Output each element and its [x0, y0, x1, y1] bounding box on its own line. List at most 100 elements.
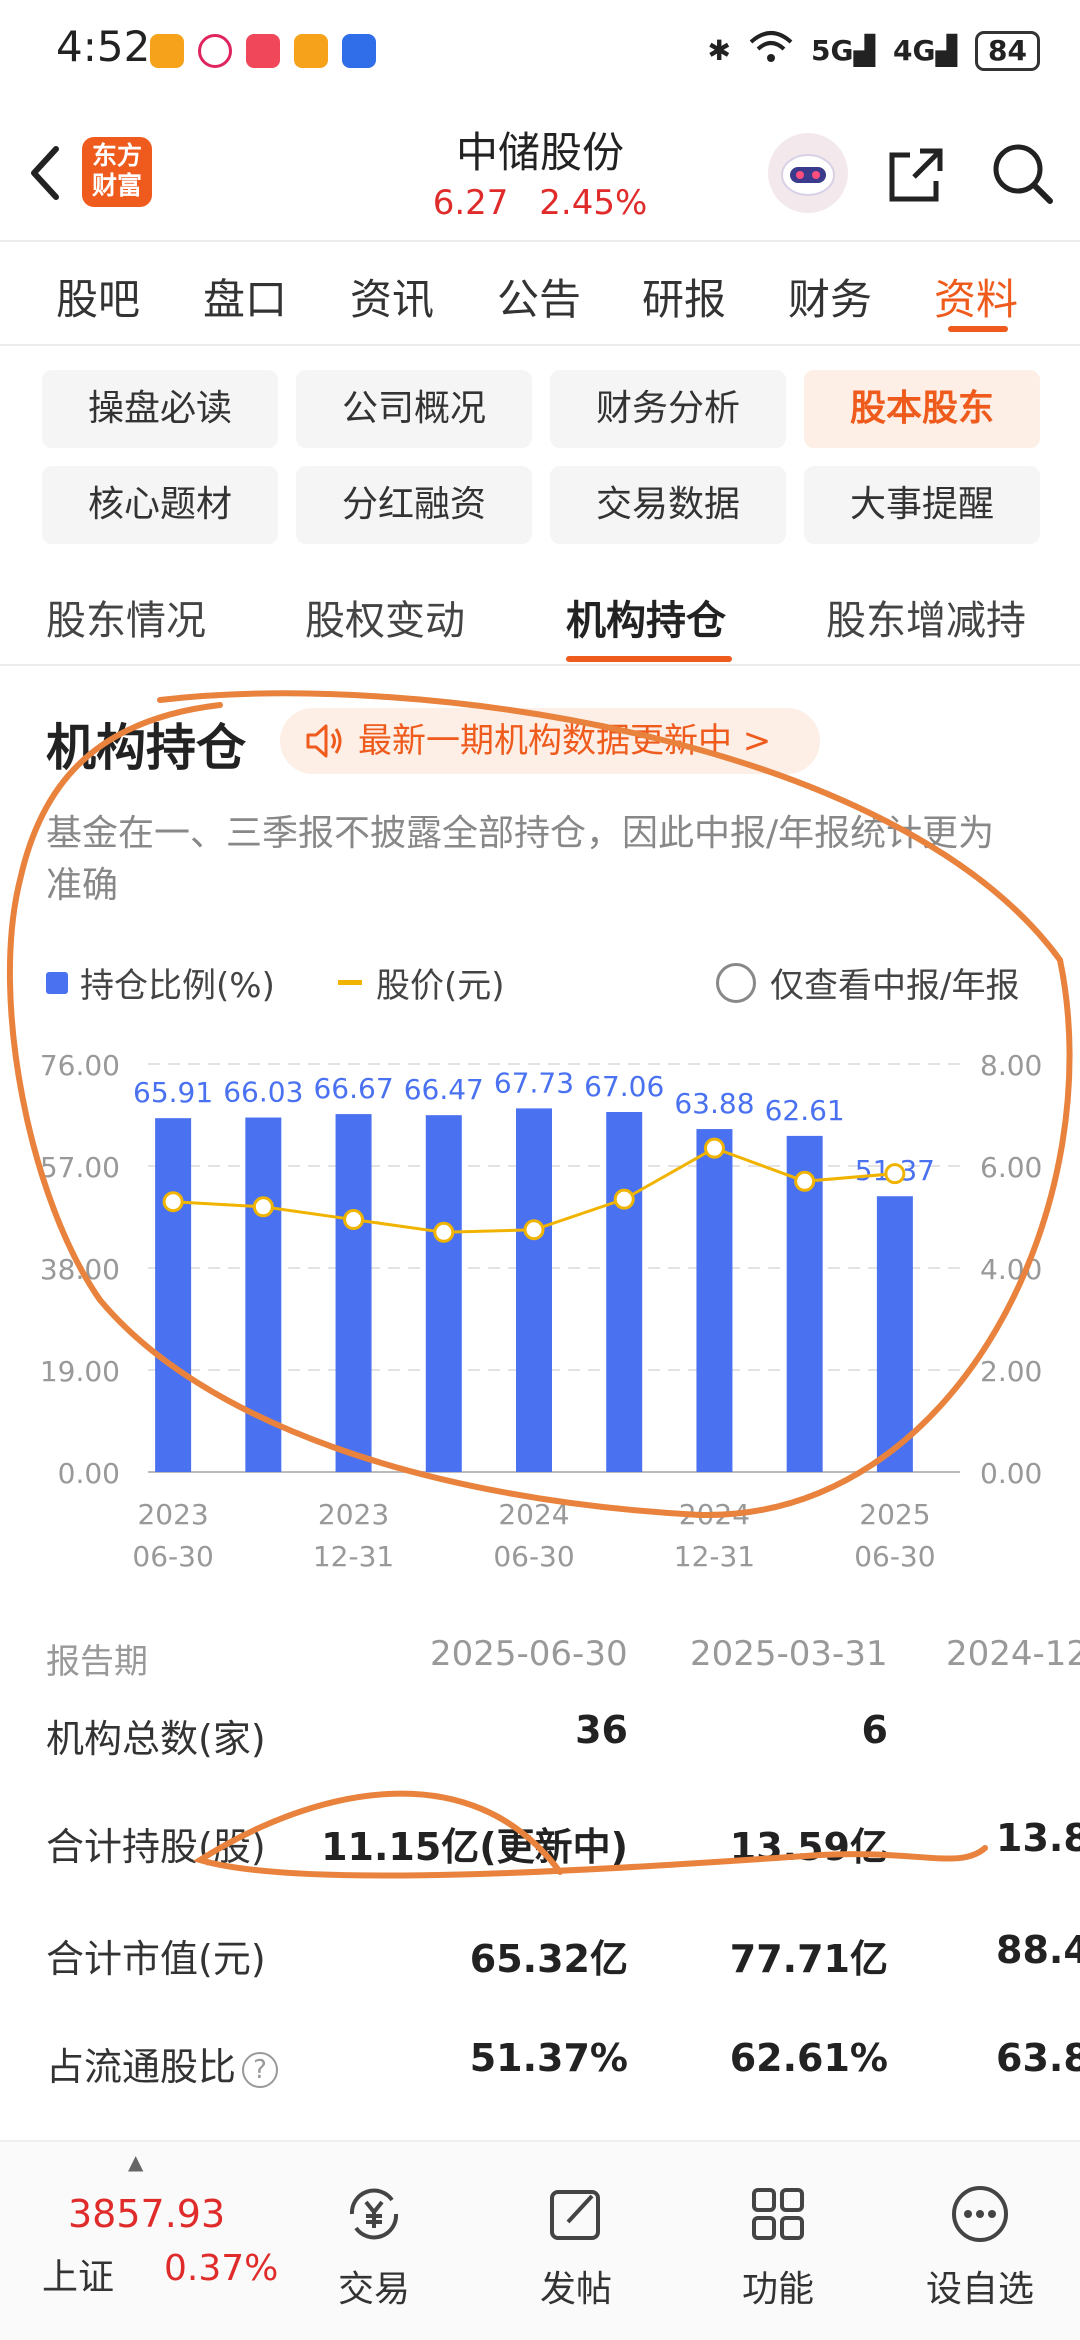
more-dots-icon [952, 2186, 1008, 2242]
share-icon[interactable] [884, 143, 948, 207]
speaker-icon [306, 724, 342, 758]
price-point [523, 1219, 545, 1241]
price-point [252, 1196, 274, 1218]
tab-finance[interactable]: 财务 [788, 266, 872, 327]
status-indicators: ✱ 5G▟ 4G▟ 84 [708, 30, 1040, 71]
edit-post-icon [550, 2190, 600, 2240]
chart-bar [696, 1129, 733, 1472]
nav-post[interactable]: 发帖 [506, 2182, 646, 2312]
tab-guba[interactable]: 股吧 [56, 266, 140, 327]
tab-announcements[interactable]: 公告 [497, 266, 581, 327]
table-cell: 77.71亿 [729, 1937, 888, 1981]
table-cell: 13.8 [996, 1816, 1080, 1860]
x-axis-label: 06-30 [493, 1540, 574, 1573]
x-axis-label: 12-31 [674, 1540, 755, 1573]
table-cell: 63.8 [996, 2036, 1080, 2080]
main-tabs: 股吧 盘口 资讯 公告 研报 财务 资料 [0, 240, 1080, 344]
left-tick-label: 38.00 [40, 1253, 120, 1286]
btn-trading-data[interactable]: 交易数据 [550, 466, 786, 544]
divider [0, 344, 1080, 346]
subtab-holding-changes[interactable]: 股东增减持 [826, 588, 1026, 646]
bar-value-label: 66.47 [404, 1073, 484, 1106]
ai-assistant-robot-icon[interactable] [768, 133, 848, 213]
notification-app-icon [198, 34, 232, 68]
stock-change-pct: 2.45% [539, 183, 648, 223]
tab-profile[interactable]: 资料 [934, 266, 1018, 327]
chart-bar [876, 1196, 913, 1472]
index-change[interactable]: 0.37% [164, 2248, 278, 2289]
signal-5g-icon: 5G▟ [811, 34, 876, 67]
battery-icon: 84 [975, 30, 1040, 71]
row-label-float-ratio: 占流通股比? [46, 2036, 279, 2091]
right-tick-label: 6.00 [980, 1151, 1042, 1184]
btn-shareholders[interactable]: 股本股东 [804, 370, 1040, 448]
table-period-2[interactable]: 2025-03-31 [690, 1634, 888, 1674]
btn-trading-guide[interactable]: 操盘必读 [42, 370, 278, 448]
tab-research[interactable]: 研报 [642, 266, 726, 327]
holdings-chart: 76.00 8.00 57.00 6.00 38.00 4.00 19.00 2.00 0.00… [40, 1049, 1043, 1573]
table-cell: 11.15亿(更新中) [321, 1825, 628, 1869]
row-label-total-shares: 合计持股(股) [46, 1825, 266, 1869]
table-period-1[interactable]: 2025-06-30 [430, 1634, 628, 1674]
legend-line-swatch [338, 980, 362, 985]
table-period-3[interactable]: 2024-12 [946, 1634, 1080, 1674]
index-value[interactable]: 3857.93 [68, 2192, 225, 2236]
signal-4g-icon: 4G▟ [893, 34, 958, 67]
btn-events[interactable]: 大事提醒 [804, 466, 1040, 544]
stock-price: 6.27 [432, 183, 509, 223]
chart-bar [606, 1111, 643, 1472]
radio-icon[interactable] [716, 962, 756, 1003]
x-axis-label: 12-31 [313, 1540, 394, 1573]
bar-value-label: 67.06 [584, 1070, 664, 1103]
tab-pankou[interactable]: 盘口 [203, 266, 287, 327]
expand-caret-icon[interactable]: ▲ [128, 2150, 143, 2174]
notification-app-icon [342, 34, 376, 68]
nav-add-watchlist[interactable]: 设自选 [910, 2182, 1050, 2312]
table-cell: 62.61% [729, 2036, 888, 2080]
section-description: 基金在一、三季报不披露全部持仓，因此中报/年报统计更为准确 [46, 813, 995, 906]
subtab-equity-changes[interactable]: 股权变动 [305, 588, 465, 646]
x-axis-label: 2023 [318, 1498, 389, 1531]
section-title: 机构持仓 [46, 719, 246, 777]
bar-value-label: 62.61 [765, 1094, 845, 1127]
nav-trade[interactable]: 交易 [304, 2182, 444, 2312]
search-icon[interactable] [990, 141, 1054, 205]
x-axis-label: 2024 [679, 1498, 750, 1531]
chart-bar [425, 1115, 462, 1472]
legend-stock-price: 股价(元) [338, 958, 505, 1007]
left-tick-label: 19.00 [40, 1355, 120, 1388]
chart-bar [516, 1108, 552, 1472]
price-point [884, 1163, 906, 1185]
update-notice[interactable]: 最新一期机构数据更新中 > [280, 708, 820, 774]
active-subtab-indicator [566, 656, 732, 662]
x-axis-label: 06-30 [854, 1540, 935, 1573]
nav-functions[interactable]: 功能 [708, 2182, 848, 2312]
price-point [162, 1191, 184, 1213]
stock-header: 东方 财富 中储股份 6.27 2.45% [0, 105, 1080, 240]
btn-core-themes[interactable]: 核心题材 [42, 466, 278, 544]
subtab-shareholders[interactable]: 股东情况 [46, 588, 206, 646]
price-point [433, 1221, 455, 1243]
x-axis-label: 06-30 [132, 1540, 213, 1573]
row-label-market-value: 合计市值(元) [46, 1937, 266, 1981]
btn-dividends[interactable]: 分红融资 [296, 466, 532, 544]
x-axis-label: 2023 [137, 1498, 208, 1531]
price-point [703, 1137, 725, 1159]
btn-financial-analysis[interactable]: 财务分析 [550, 370, 786, 448]
right-tick-label: 2.00 [980, 1355, 1042, 1388]
btn-company-overview[interactable]: 公司概况 [296, 370, 532, 448]
help-icon[interactable]: ? [242, 2051, 279, 2088]
left-tick-label: 76.00 [40, 1049, 120, 1082]
price-point [794, 1170, 816, 1192]
notification-app-icon [246, 34, 280, 68]
toggle-semiannual-only[interactable]: 仅查看中报/年报 [716, 958, 1019, 1007]
table-cell: 6 [861, 1708, 888, 1752]
tab-news[interactable]: 资讯 [350, 266, 434, 327]
index-name[interactable]: 上证 [42, 2248, 114, 2300]
table-header-label: 报告期 [46, 1642, 148, 1682]
bar-value-label: 66.67 [313, 1072, 393, 1105]
table-cell: 88.4 [996, 1928, 1080, 1972]
chart-bar [335, 1114, 372, 1472]
subtab-institutional-holdings[interactable]: 机构持仓 [566, 588, 726, 646]
legend-holding-ratio: 持仓比例(%) [46, 958, 275, 1007]
